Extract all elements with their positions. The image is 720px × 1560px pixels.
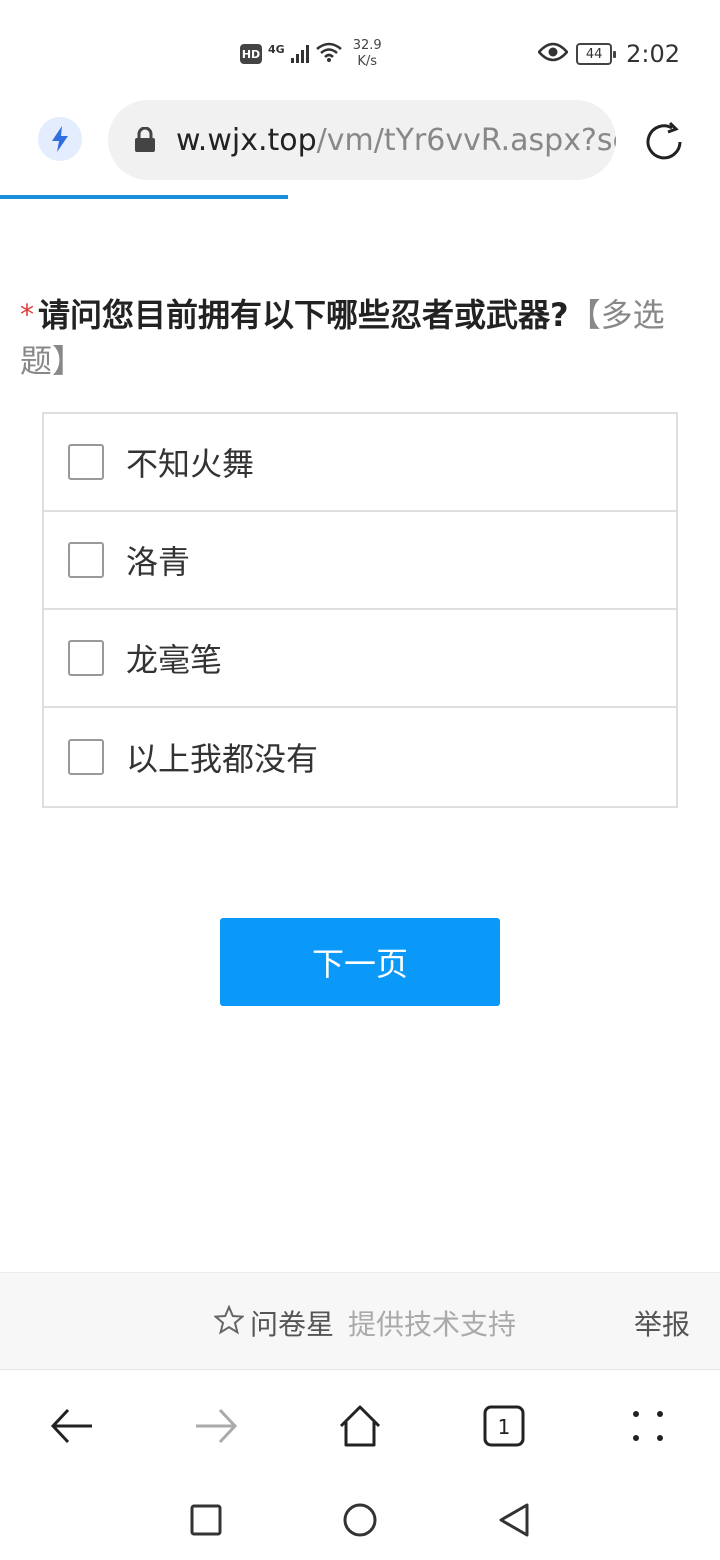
checkbox[interactable] [68,640,104,676]
speed-value: 32.9 [352,38,382,53]
option-item[interactable]: 龙毫笔 [44,610,676,708]
option-item[interactable]: 不知火舞 [44,414,676,512]
checkbox[interactable] [68,542,104,578]
arrow-left-icon [50,1408,92,1444]
options-list: 不知火舞 洛青 龙毫笔 以上我都没有 [42,412,678,808]
survey-footer: 问卷星 提供技术支持 举报 [0,1272,720,1370]
option-item[interactable]: 以上我都没有 [44,708,676,806]
circle-icon [343,1503,377,1537]
back-button[interactable] [36,1390,108,1462]
home-icon [339,1405,381,1447]
menu-dots-icon [633,1411,663,1441]
status-right-group: 44 2:02 [537,36,680,72]
home-button[interactable] [324,1390,396,1462]
network-speed: 32.9 K/s [353,38,382,70]
arrow-right-icon [196,1408,238,1444]
clock: 2:02 [626,40,680,68]
hd-badge: HD [240,44,262,64]
system-back-button[interactable] [494,1500,534,1540]
forward-button[interactable] [180,1390,252,1462]
battery-icon: 44 [576,43,617,65]
triangle-back-icon [499,1503,529,1537]
browser-toolbar: w.wjx.top/vm/tYr6vvR.aspx?sc [0,100,720,196]
battery-level: 44 [585,46,603,62]
support-text: 提供技术支持 [348,1308,517,1341]
report-link[interactable]: 举报 [634,1303,690,1343]
checkbox[interactable] [68,739,104,775]
eye-icon [537,42,569,66]
wifi-icon [315,41,343,67]
browser-nav-bar: 1 [0,1371,720,1481]
brand-name: 问卷星 [250,1308,335,1341]
question-title: * 请问您目前拥有以下哪些忍者或武器?【多选题】 [20,292,680,384]
required-mark: * [20,298,34,331]
address-bar[interactable]: w.wjx.top/vm/tYr6vvR.aspx?sc [108,100,616,180]
progress-fill [0,195,288,199]
question-text: 请问您目前拥有以下哪些忍者或武器? [38,296,569,334]
page-load-progress [0,195,720,199]
brand-credit[interactable]: 问卷星 提供技术支持 [212,1303,517,1343]
system-home-button[interactable] [340,1500,380,1540]
bolt-button[interactable] [38,117,82,161]
signal-icon [290,45,309,63]
option-item[interactable]: 洛青 [44,512,676,610]
url-text: w.wjx.top/vm/tYr6vvR.aspx?sc [176,123,616,158]
option-label: 以上我都没有 [126,740,319,778]
bolt-icon [52,126,68,152]
status-network-group: HD 4G 32.9 K/s [240,36,382,72]
next-page-button[interactable]: 下一页 [220,918,500,1006]
refresh-button[interactable] [640,118,688,166]
url-path: /vm/tYr6vvR.aspx?sc [316,122,616,158]
option-label: 龙毫笔 [126,641,223,679]
question-block: * 请问您目前拥有以下哪些忍者或武器?【多选题】 [20,292,680,384]
tabs-icon: 1 [483,1405,525,1447]
star-icon [212,1303,246,1342]
url-domain: w.wjx.top [176,122,317,158]
menu-button[interactable] [612,1390,684,1462]
tabs-button[interactable]: 1 [468,1390,540,1462]
status-bar: HD 4G 32.9 K/s 44 2:02 [0,0,720,100]
tab-count: 1 [498,1415,511,1439]
network-type: 4G [268,42,285,56]
system-nav-bar [0,1482,720,1560]
refresh-icon [646,121,682,160]
lock-icon [134,127,156,153]
square-icon [190,1504,222,1536]
checkbox[interactable] [68,444,104,480]
speed-unit: K/s [357,54,377,69]
option-label: 不知火舞 [126,445,255,483]
recents-button[interactable] [186,1500,226,1540]
option-label: 洛青 [126,543,191,581]
